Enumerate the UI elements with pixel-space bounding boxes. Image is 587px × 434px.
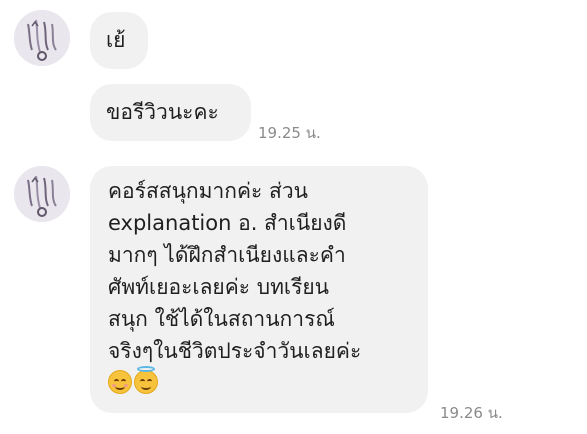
message-text-line: สนุก ใช้ได้ในสถานการณ์ <box>108 307 335 331</box>
message-bubble[interactable]: ขอรีวิวนะคะ <box>90 84 251 141</box>
sender-avatar[interactable] <box>14 166 70 222</box>
message-timestamp: 19.26 น. <box>440 404 503 422</box>
message-text-line: explanation อ. สำเนียงดี <box>108 211 347 235</box>
message-text: เย้ <box>106 28 126 52</box>
chat-thread: เย้ ขอรีวิวนะคะ 19.25 น. คอร์สสนุกมากค่ะ… <box>0 0 587 434</box>
avatar-illustration-icon <box>14 10 70 66</box>
message-timestamp: 19.25 น. <box>258 124 321 142</box>
message-text: ขอรีวิวนะคะ <box>106 100 219 124</box>
emoji-row <box>108 366 418 394</box>
sender-avatar[interactable] <box>14 10 70 66</box>
smiling-face-with-halo-icon <box>134 366 158 394</box>
message-text-line: ศัพท์เยอะเลยค่ะ บทเรียน <box>108 275 330 299</box>
message-text-line: คอร์สสนุกมากค่ะ ส่วน <box>108 179 308 203</box>
message-text-line: มากๆ ได้ฝึกสำเนียงและคำ <box>108 243 346 267</box>
smiling-face-icon <box>108 370 132 394</box>
avatar-illustration-icon <box>14 166 70 222</box>
message-bubble[interactable]: คอร์สสนุกมากค่ะ ส่วน explanation อ. สำเน… <box>90 166 428 413</box>
message-bubble[interactable]: เย้ <box>90 12 148 69</box>
message-text-line: จริงๆในชีวิตประจำวันเลยค่ะ <box>108 339 362 363</box>
